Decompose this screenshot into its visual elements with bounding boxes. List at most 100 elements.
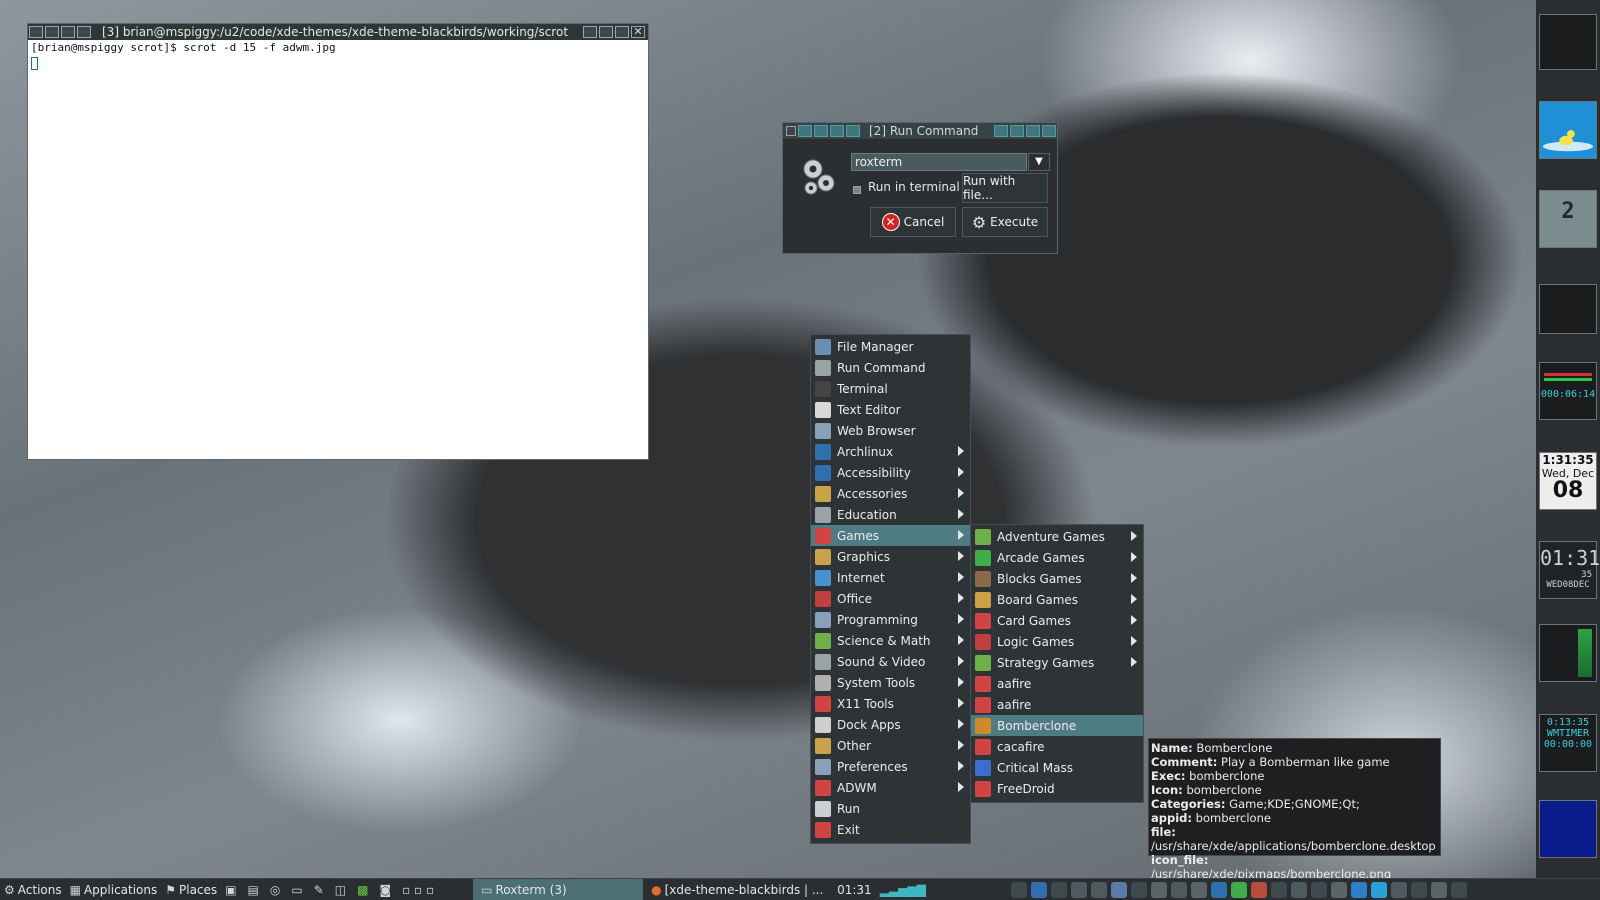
- menu-item-x11-tools[interactable]: X11 Tools: [811, 693, 970, 714]
- dock-app-pager[interactable]: [1539, 14, 1597, 70]
- settings-icon[interactable]: [1130, 881, 1147, 898]
- menu-item-aafire[interactable]: aafire: [971, 673, 1143, 694]
- dock-app-clock[interactable]: 1:31:35 Wed, Dec 08: [1539, 452, 1597, 510]
- home-icon[interactable]: [1390, 881, 1407, 898]
- titlebar-button[interactable]: [830, 125, 844, 137]
- show-desktop-icon[interactable]: [1450, 881, 1467, 898]
- menu-item-critical-mass[interactable]: Critical Mass: [971, 757, 1143, 778]
- menu-item-run[interactable]: Run: [811, 798, 970, 819]
- menu-item-office[interactable]: Office: [811, 588, 970, 609]
- chart-launcher-icon[interactable]: ▩: [353, 883, 372, 897]
- terminal-titlebar[interactable]: [3] brian@mspiggy:/u2/code/xde-themes/xd…: [28, 24, 648, 40]
- network-monitor-icon[interactable]: [1090, 881, 1107, 898]
- menu-item-file-manager[interactable]: File Manager: [811, 336, 970, 357]
- menu-item-board-games[interactable]: Board Games: [971, 589, 1143, 610]
- menu-item-arcade-games[interactable]: Arcade Games: [971, 547, 1143, 568]
- menu-item-terminal[interactable]: Terminal: [811, 378, 970, 399]
- bluetooth-icon[interactable]: [1030, 881, 1047, 898]
- task-browser[interactable]: ● [xde-theme-blackbirds | ...: [643, 879, 833, 900]
- window-menu-icon[interactable]: [29, 26, 43, 38]
- menu-item-logic-games[interactable]: Logic Games: [971, 631, 1143, 652]
- terminal-launcher-icon[interactable]: ▭: [287, 883, 306, 897]
- titlebar-button[interactable]: [994, 125, 1008, 137]
- places-menu-button[interactable]: ⚑ Places: [161, 883, 221, 897]
- menu-item-graphics[interactable]: Graphics: [811, 546, 970, 567]
- menu-item-adwm[interactable]: ADWM: [811, 777, 970, 798]
- terminal-content[interactable]: [brian@mspiggy scrot]$ scrot -d 15 -f ad…: [28, 40, 648, 75]
- menu-item-bomberclone[interactable]: Bomberclone: [971, 715, 1143, 736]
- droplet-icon[interactable]: [1230, 881, 1247, 898]
- dock-app-timer[interactable]: 0:13:35 WMTIMER 00:00:00: [1539, 714, 1597, 772]
- terminal-window[interactable]: [3] brian@mspiggy:/u2/code/xde-themes/xd…: [27, 23, 649, 460]
- mail-icon[interactable]: [1410, 881, 1427, 898]
- clipboard-icon[interactable]: [1270, 881, 1287, 898]
- titlebar-button[interactable]: [798, 125, 812, 137]
- titlebar-button[interactable]: [1026, 125, 1040, 137]
- menu-item-system-tools[interactable]: System Tools: [811, 672, 970, 693]
- dock-app-screen[interactable]: [1539, 800, 1597, 858]
- screen-icon[interactable]: [1310, 881, 1327, 898]
- menu-item-programming[interactable]: Programming: [811, 609, 970, 630]
- bluetooth-manager-icon[interactable]: [1210, 881, 1227, 898]
- execute-button[interactable]: ⚙ Execute: [962, 207, 1048, 237]
- command-input[interactable]: [851, 153, 1027, 171]
- task-roxterm[interactable]: ▭ Roxterm (3): [473, 878, 644, 900]
- keyboard-icon[interactable]: [1430, 881, 1447, 898]
- menu-item-sound-video[interactable]: Sound & Video: [811, 651, 970, 672]
- menu-item-education[interactable]: Education: [811, 504, 970, 525]
- actions-menu-button[interactable]: ⚙ Actions: [0, 883, 66, 897]
- dock-app-duck[interactable]: [1539, 101, 1597, 159]
- window-menu-icon[interactable]: [786, 126, 796, 136]
- run-in-terminal-checkbox[interactable]: [853, 186, 861, 194]
- text-editor-launcher-icon[interactable]: ▤: [244, 883, 263, 897]
- shade-icon[interactable]: [77, 26, 91, 38]
- menu-item-web-browser[interactable]: Web Browser: [811, 420, 970, 441]
- menu-item-preferences[interactable]: Preferences: [811, 756, 970, 777]
- file-manager-launcher-icon[interactable]: ▣: [221, 883, 240, 897]
- titlebar-button[interactable]: [846, 125, 860, 137]
- desktop-pager-icon[interactable]: ▫ ▫ ▫: [398, 883, 470, 897]
- minimize-icon[interactable]: [599, 26, 613, 38]
- notes-launcher-icon[interactable]: ✎: [310, 883, 328, 897]
- menu-item-games[interactable]: Games: [811, 525, 970, 546]
- close-icon[interactable]: ✕: [631, 26, 645, 38]
- titlebar-button[interactable]: [1042, 125, 1056, 137]
- menu-item-card-games[interactable]: Card Games: [971, 610, 1143, 631]
- run-command-dialog[interactable]: [2] Run Command ▼ Run in terminal Run wi…: [782, 122, 1058, 254]
- menu-item-accessibility[interactable]: Accessibility: [811, 462, 970, 483]
- menu-item-other[interactable]: Other: [811, 735, 970, 756]
- taskbar-clock[interactable]: 01:31: [833, 883, 876, 897]
- display-icon[interactable]: [1070, 881, 1087, 898]
- browser-launcher-icon[interactable]: ◎: [266, 883, 284, 897]
- maximize-icon[interactable]: [615, 26, 629, 38]
- menu-item-freedroid[interactable]: FreeDroid: [971, 778, 1143, 799]
- printer-icon[interactable]: [1290, 881, 1307, 898]
- menu-item-adventure-games[interactable]: Adventure Games: [971, 526, 1143, 547]
- disk-icon[interactable]: [1330, 881, 1347, 898]
- monitor-launcher-icon[interactable]: ◫: [331, 883, 350, 897]
- menu-item-exit[interactable]: Exit: [811, 819, 970, 840]
- network-icon[interactable]: [1110, 881, 1127, 898]
- camera-launcher-icon[interactable]: ◙: [375, 883, 395, 897]
- restore-icon[interactable]: [61, 26, 75, 38]
- dock-app-cpu-monitor[interactable]: 2: [1539, 190, 1597, 248]
- menu-item-strategy-games[interactable]: Strategy Games: [971, 652, 1143, 673]
- run-with-file-button[interactable]: Run with file...: [962, 173, 1048, 203]
- iconify-icon[interactable]: [583, 26, 597, 38]
- titlebar-button[interactable]: [1010, 125, 1024, 137]
- dock-app-monitor[interactable]: [1539, 284, 1597, 334]
- dock-app-volume[interactable]: [1539, 624, 1597, 682]
- brightness-icon[interactable]: [1150, 881, 1167, 898]
- menu-item-run-command[interactable]: Run Command: [811, 357, 970, 378]
- command-history-dropdown[interactable]: ▼: [1028, 153, 1050, 171]
- menu-item-science-math[interactable]: Science & Math: [811, 630, 970, 651]
- dock-app-uptime[interactable]: 000:06:14: [1539, 362, 1597, 420]
- dock-app-digital-clock[interactable]: 01:31 35 WED08DEC: [1539, 541, 1600, 599]
- cancel-button[interactable]: ✕ Cancel: [870, 207, 956, 237]
- menu-item-text-editor[interactable]: Text Editor: [811, 399, 970, 420]
- menu-item-archlinux[interactable]: Archlinux: [811, 441, 970, 462]
- power-icon[interactable]: [1190, 881, 1207, 898]
- browser-tray-icon[interactable]: [1370, 881, 1387, 898]
- menu-item-blocks-games[interactable]: Blocks Games: [971, 568, 1143, 589]
- applications-menu-button[interactable]: ▦ Applications: [66, 883, 162, 897]
